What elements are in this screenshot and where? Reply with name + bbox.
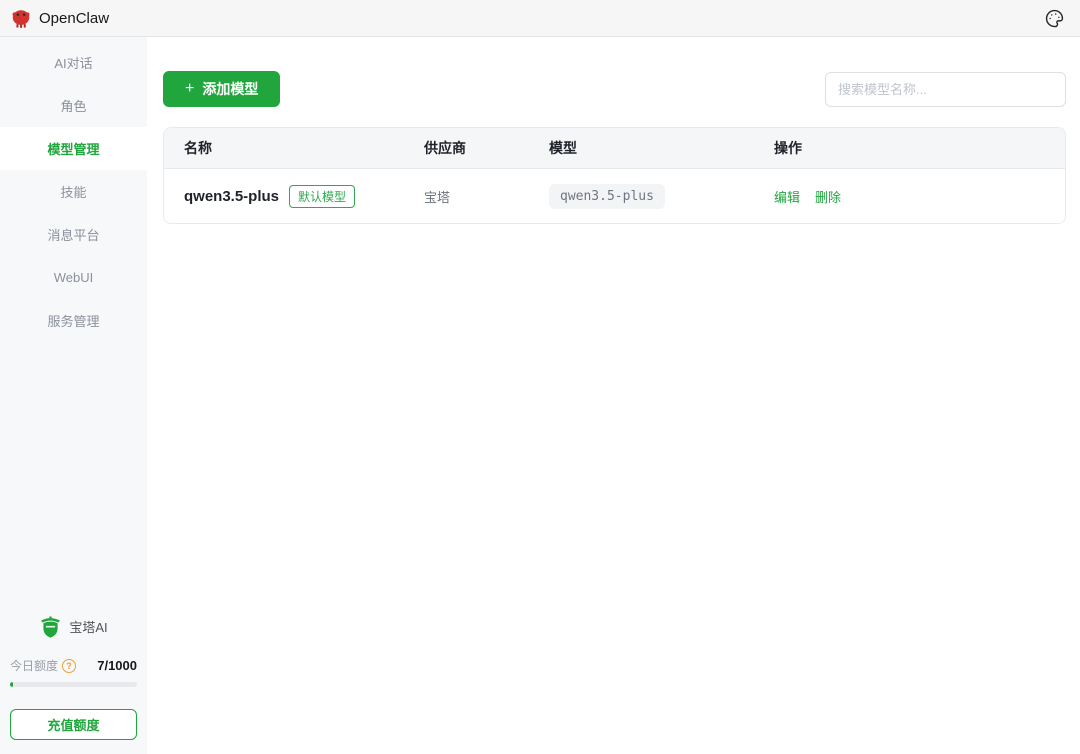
quota-row: 今日额度 ? 7/1000 [10, 657, 137, 682]
app-title: OpenClaw [39, 10, 109, 27]
table-header-row: 名称 供应商 模型 操作 [164, 128, 1065, 169]
default-model-badge: 默认模型 [289, 185, 355, 208]
sidebar-item-roles[interactable]: 角色 [0, 84, 147, 127]
sidebar-footer: 宝塔AI 今日额度 ? 7/1000 充值额度 [0, 608, 147, 754]
add-model-button[interactable]: + 添加模型 [163, 71, 280, 107]
edit-link[interactable]: 编辑 [774, 187, 800, 206]
recharge-button[interactable]: 充值额度 [10, 709, 137, 740]
baota-brand: 宝塔AI [10, 608, 137, 657]
palette-icon[interactable] [1042, 6, 1066, 30]
quota-progress-bar [10, 682, 137, 687]
sidebar-item-message-platform[interactable]: 消息平台 [0, 213, 147, 256]
sidebar-item-model-management[interactable]: 模型管理 [0, 127, 147, 170]
toolbar: + 添加模型 [163, 71, 1066, 107]
model-name-cell: qwen3.5-plus 默认模型 [164, 185, 404, 208]
plus-icon: + [185, 81, 194, 97]
column-header-actions: 操作 [754, 138, 1065, 158]
table-row: qwen3.5-plus 默认模型 宝塔 qwen3.5-plus 编辑 删除 [164, 169, 1065, 223]
app-brand: OpenClaw [10, 7, 109, 29]
baota-brand-label: 宝塔AI [69, 617, 107, 636]
main-content: + 添加模型 名称 供应商 模型 操作 qwen3.5-plus 默认模型 宝塔… [147, 37, 1080, 754]
sidebar-item-skills[interactable]: 技能 [0, 170, 147, 213]
quota-progress-fill [10, 682, 13, 687]
shield-icon [39, 614, 62, 639]
search-model-input[interactable] [825, 72, 1066, 107]
actions-cell: 编辑 删除 [754, 187, 1065, 206]
model-id-chip: qwen3.5-plus [549, 184, 665, 209]
question-icon[interactable]: ? [62, 659, 76, 673]
column-header-name: 名称 [164, 138, 404, 158]
provider-cell: 宝塔 [404, 187, 529, 206]
add-model-button-label: 添加模型 [202, 79, 258, 99]
delete-link[interactable]: 删除 [815, 187, 841, 206]
sidebar-nav: AI对话 角色 模型管理 技能 消息平台 WebUI 服务管理 [0, 37, 147, 342]
models-table: 名称 供应商 模型 操作 qwen3.5-plus 默认模型 宝塔 qwen3.… [163, 127, 1066, 224]
crab-logo-icon [10, 7, 32, 29]
sidebar-item-service-management[interactable]: 服务管理 [0, 299, 147, 342]
sidebar-item-webui[interactable]: WebUI [0, 256, 147, 299]
sidebar: AI对话 角色 模型管理 技能 消息平台 WebUI 服务管理 宝塔AI 今日额… [0, 37, 147, 754]
quota-value: 7/1000 [97, 658, 137, 673]
model-name: qwen3.5-plus [184, 188, 279, 205]
model-id-cell: qwen3.5-plus [529, 184, 754, 209]
column-header-model: 模型 [529, 138, 754, 158]
sidebar-item-ai-chat[interactable]: AI对话 [0, 41, 147, 84]
column-header-provider: 供应商 [404, 138, 529, 158]
quota-label: 今日额度 [10, 657, 58, 674]
top-header: OpenClaw [0, 0, 1080, 37]
